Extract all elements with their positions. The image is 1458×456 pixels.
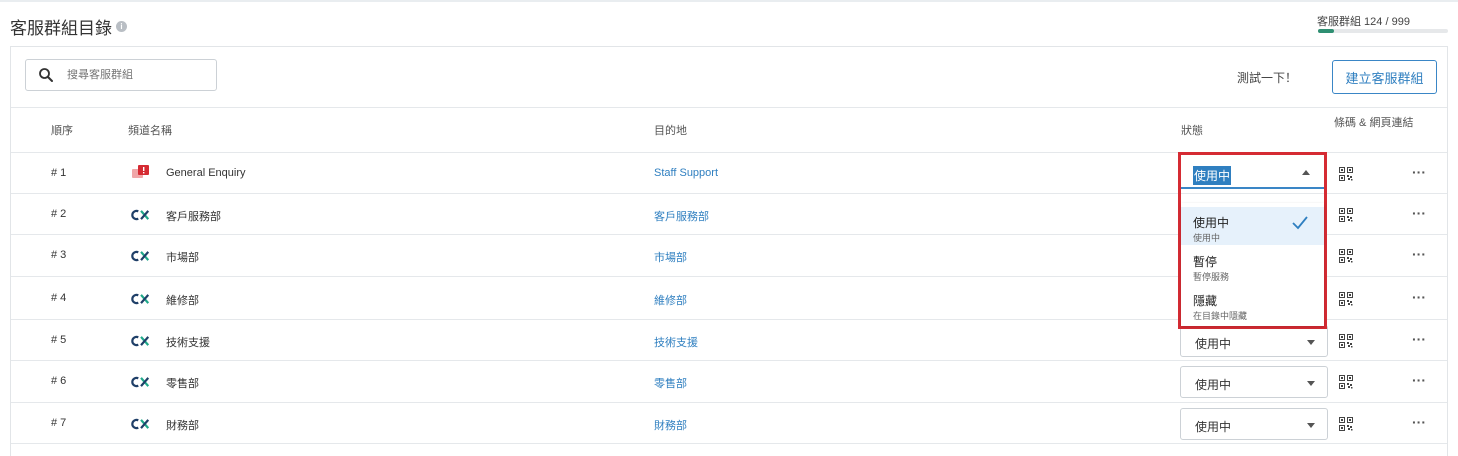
top-divider xyxy=(0,0,1458,2)
header-channel-name: 頻道名稱 xyxy=(128,125,172,137)
more-options-icon[interactable]: ··· xyxy=(1412,164,1426,180)
qr-code-icon[interactable] xyxy=(1339,375,1353,389)
status-options-menu: 使用中 使用中 暫停 暫停服務 隱藏 在目錄中隱藏 xyxy=(1181,203,1324,326)
status-select-value: 使用中 xyxy=(1195,420,1232,434)
row-order: # 1 xyxy=(51,167,67,179)
status-option-paused[interactable]: 暫停 暫停服務 xyxy=(1181,246,1324,284)
quota-progress-bar xyxy=(1318,29,1448,33)
row-order: # 3 xyxy=(51,249,67,261)
status-select-value: 使用中 xyxy=(1195,337,1232,351)
qr-code-icon[interactable] xyxy=(1339,249,1353,263)
cx-logo-icon xyxy=(131,209,150,221)
row-order: # 4 xyxy=(51,292,67,304)
channel-name: 財務部 xyxy=(166,420,199,432)
qr-code-icon[interactable] xyxy=(1339,292,1353,306)
create-group-button[interactable]: 建立客服群組 xyxy=(1332,60,1437,94)
qr-code-icon[interactable] xyxy=(1339,208,1353,222)
header-qr-weblink: 條碼 & 網頁連結 xyxy=(1334,117,1414,129)
table-row: # 7 財務部 財務部 使用中 ··· xyxy=(11,403,1447,444)
option-subtitle: 在目錄中隱藏 xyxy=(1193,311,1248,321)
cx-logo-icon xyxy=(131,335,150,347)
more-options-icon[interactable]: ··· xyxy=(1412,205,1426,221)
cx-logo-icon xyxy=(131,250,150,262)
status-select-value: 使用中 xyxy=(1193,166,1232,185)
cx-logo-icon xyxy=(131,418,150,430)
search-box[interactable] xyxy=(25,59,217,91)
status-select-open[interactable]: 使用中 xyxy=(1181,155,1324,189)
channel-name: 技術支援 xyxy=(166,337,210,349)
page-title-text: 客服群組目錄 xyxy=(10,19,112,38)
option-subtitle: 使用中 xyxy=(1193,233,1221,243)
more-options-icon[interactable]: ··· xyxy=(1412,331,1426,347)
row-order: # 7 xyxy=(51,417,67,429)
chevron-up-icon xyxy=(1302,170,1310,175)
cx-logo-icon xyxy=(131,376,150,388)
channel-name: 零售部 xyxy=(166,378,199,390)
status-select[interactable]: 使用中 xyxy=(1180,325,1328,357)
row-order: # 2 xyxy=(51,208,67,220)
page-title: 客服群組目錄 i xyxy=(10,14,127,39)
channel-name: General Enquiry xyxy=(166,167,246,179)
option-title: 隱藏 xyxy=(1193,294,1218,308)
status-option-hidden[interactable]: 隱藏 在目錄中隱藏 xyxy=(1181,285,1324,323)
destination-link[interactable]: 市場部 xyxy=(654,249,687,265)
more-options-icon[interactable]: ··· xyxy=(1412,414,1426,430)
more-options-icon[interactable]: ··· xyxy=(1412,372,1426,388)
channel-name: 市場部 xyxy=(166,252,199,264)
check-icon xyxy=(1292,216,1308,230)
more-options-icon[interactable]: ··· xyxy=(1412,246,1426,262)
channel-name: 客戶服務部 xyxy=(166,211,221,223)
header-destination: 目的地 xyxy=(654,125,687,137)
status-select-value: 使用中 xyxy=(1195,378,1232,392)
info-icon[interactable]: i xyxy=(116,21,127,32)
qr-code-icon[interactable] xyxy=(1339,417,1353,431)
destination-link[interactable]: 財務部 xyxy=(654,417,687,433)
option-title: 使用中 xyxy=(1193,216,1230,230)
destination-link[interactable]: 維修部 xyxy=(654,292,687,308)
chevron-down-icon xyxy=(1307,423,1315,428)
more-options-icon[interactable]: ··· xyxy=(1412,289,1426,305)
try-it-link[interactable]: 測試一下！ xyxy=(1237,69,1297,86)
chat-bubble-alert-icon xyxy=(132,165,149,178)
chevron-down-icon xyxy=(1307,340,1315,345)
qr-code-icon[interactable] xyxy=(1339,167,1353,181)
row-order: # 5 xyxy=(51,334,67,346)
destination-link[interactable]: 零售部 xyxy=(654,375,687,391)
quota-label: 客服群組 124 / 999 xyxy=(1317,16,1410,28)
destination-link[interactable]: Staff Support xyxy=(654,167,718,179)
row-order: # 6 xyxy=(51,375,67,387)
status-select[interactable]: 使用中 xyxy=(1180,408,1328,440)
option-title: 暫停 xyxy=(1193,255,1218,269)
search-input[interactable] xyxy=(67,69,207,81)
qr-code-icon[interactable] xyxy=(1339,334,1353,348)
search-icon xyxy=(39,68,53,82)
table-row: # 6 零售部 零售部 使用中 ··· xyxy=(11,361,1447,403)
destination-link[interactable]: 技術支援 xyxy=(654,334,698,350)
quota-progress-fill xyxy=(1318,29,1334,33)
table-header: 順序 頻道名稱 目的地 狀態 條碼 & 網頁連結 xyxy=(11,107,1447,153)
chevron-down-icon xyxy=(1307,381,1315,386)
header-order: 順序 xyxy=(51,125,73,137)
status-select[interactable]: 使用中 xyxy=(1180,366,1328,398)
header-status: 狀態 xyxy=(1181,125,1203,137)
cx-logo-icon xyxy=(131,293,150,305)
channel-name: 維修部 xyxy=(166,295,199,307)
status-option-active[interactable]: 使用中 使用中 xyxy=(1181,207,1324,245)
option-subtitle: 暫停服務 xyxy=(1193,272,1230,282)
destination-link[interactable]: 客戶服務部 xyxy=(654,208,709,224)
